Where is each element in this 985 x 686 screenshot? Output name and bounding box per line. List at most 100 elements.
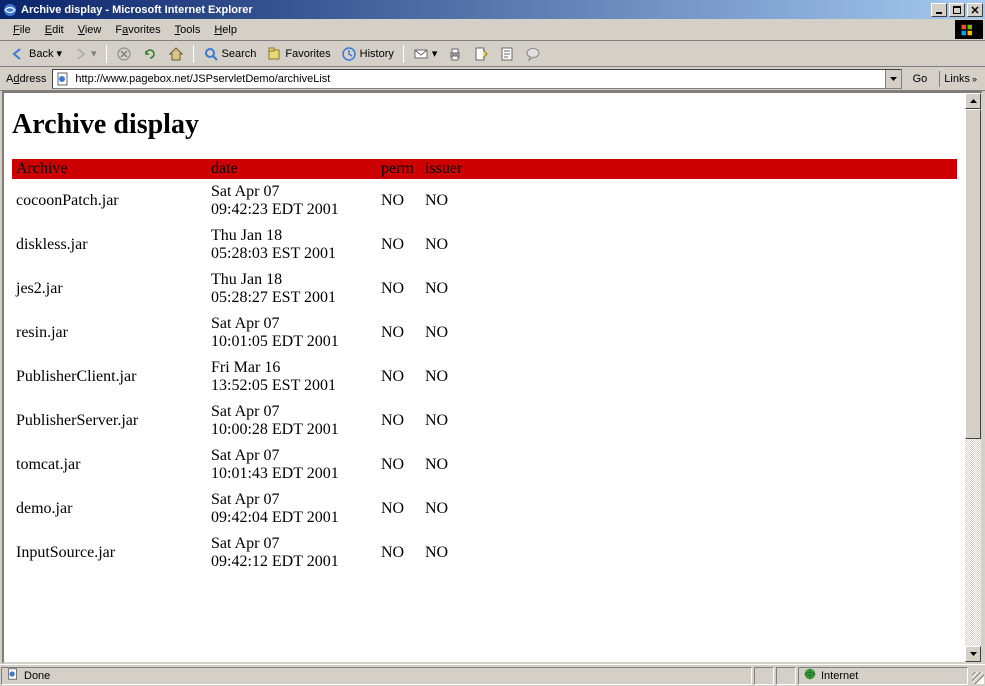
- history-button[interactable]: History: [337, 44, 398, 64]
- table-row: PublisherServer.jarSat Apr 0710:00:28 ED…: [12, 399, 957, 443]
- cell-date: Sat Apr 0709:42:23 EDT 2001: [207, 179, 377, 223]
- cell-perm: NO: [377, 311, 421, 355]
- scroll-thumb[interactable]: [965, 109, 981, 439]
- zone-text: Internet: [821, 670, 858, 682]
- cell-archive: demo.jar: [12, 487, 207, 531]
- menu-help[interactable]: Help: [207, 22, 244, 38]
- links-label: Links: [944, 73, 970, 85]
- cell-issuer: NO: [421, 443, 957, 487]
- messenger-button[interactable]: [521, 44, 545, 64]
- mail-icon: [413, 46, 429, 62]
- search-button[interactable]: Search: [199, 44, 261, 64]
- maximize-button[interactable]: [949, 3, 965, 17]
- table-row: cocoonPatch.jarSat Apr 0709:42:23 EDT 20…: [12, 179, 957, 223]
- address-dropdown[interactable]: [885, 70, 901, 88]
- edit-icon: [473, 46, 489, 62]
- cell-archive: cocoonPatch.jar: [12, 179, 207, 223]
- archive-table: Archive date perm issuer cocoonPatch.jar…: [12, 159, 957, 575]
- table-row: PublisherClient.jarFri Mar 1613:52:05 ES…: [12, 355, 957, 399]
- cell-perm: NO: [377, 399, 421, 443]
- home-button[interactable]: [164, 44, 188, 64]
- table-row: tomcat.jarSat Apr 0710:01:43 EDT 2001NON…: [12, 443, 957, 487]
- mail-button[interactable]: ▾: [409, 44, 442, 64]
- cell-date: Sat Apr 0709:42:12 EDT 2001: [207, 531, 377, 575]
- table-row: resin.jarSat Apr 0710:01:05 EDT 2001NONO: [12, 311, 957, 355]
- back-label: Back: [29, 48, 53, 60]
- menu-bar: File Edit View Favorites Tools Help: [0, 19, 985, 41]
- print-icon: [447, 46, 463, 62]
- favorites-icon: [266, 46, 282, 62]
- address-field-wrap: [52, 69, 901, 89]
- cell-date: Fri Mar 1613:52:05 EST 2001: [207, 355, 377, 399]
- col-archive: Archive: [12, 159, 207, 179]
- address-bar: Address Go Links »: [0, 67, 985, 91]
- cell-archive: PublisherServer.jar: [12, 399, 207, 443]
- minimize-button[interactable]: [931, 3, 947, 17]
- menu-view[interactable]: View: [71, 22, 109, 38]
- status-text: Done: [24, 670, 50, 682]
- page-icon: [55, 71, 71, 87]
- favorites-button[interactable]: Favorites: [262, 44, 334, 64]
- cell-archive: diskless.jar: [12, 223, 207, 267]
- back-button[interactable]: Back ▾: [6, 44, 66, 64]
- menu-favorites[interactable]: Favorites: [108, 22, 167, 38]
- resize-grip[interactable]: [969, 667, 985, 685]
- content-viewport: Archive display Archive date perm issuer…: [4, 93, 965, 662]
- cell-perm: NO: [377, 179, 421, 223]
- status-bar: Done Internet: [0, 664, 985, 686]
- table-row: jes2.jarThu Jan 1805:28:27 EST 2001NONO: [12, 267, 957, 311]
- globe-icon: [803, 667, 817, 684]
- col-issuer: issuer: [421, 159, 957, 179]
- edit-button[interactable]: [469, 44, 493, 64]
- cell-perm: NO: [377, 531, 421, 575]
- go-button[interactable]: Go: [906, 71, 932, 87]
- cell-date: Thu Jan 1805:28:03 EST 2001: [207, 223, 377, 267]
- search-icon: [203, 46, 219, 62]
- status-panel: Done: [1, 667, 752, 685]
- cell-date: Sat Apr 0710:01:05 EDT 2001: [207, 311, 377, 355]
- home-icon: [168, 46, 184, 62]
- menu-tools[interactable]: Tools: [168, 22, 208, 38]
- cell-date: Sat Apr 0709:42:04 EDT 2001: [207, 487, 377, 531]
- menu-edit[interactable]: Edit: [38, 22, 71, 38]
- cell-archive: InputSource.jar: [12, 531, 207, 575]
- cell-issuer: NO: [421, 179, 957, 223]
- cell-issuer: NO: [421, 267, 957, 311]
- forward-icon: [72, 46, 88, 62]
- scroll-up-button[interactable]: [965, 93, 981, 109]
- cell-perm: NO: [377, 443, 421, 487]
- cell-date: Thu Jan 1805:28:27 EST 2001: [207, 267, 377, 311]
- cell-date: Sat Apr 0710:01:43 EDT 2001: [207, 443, 377, 487]
- menu-file[interactable]: File: [6, 22, 38, 38]
- cell-archive: jes2.jar: [12, 267, 207, 311]
- close-button[interactable]: [967, 3, 983, 17]
- chevron-down-icon: ▾: [91, 47, 97, 60]
- cell-date: Sat Apr 0710:00:28 EDT 2001: [207, 399, 377, 443]
- toolbar: Back ▾ ▾ Search Favorites History ▾: [0, 41, 985, 67]
- cell-archive: tomcat.jar: [12, 443, 207, 487]
- discuss-button[interactable]: [495, 44, 519, 64]
- ie-brand-logo: [955, 20, 983, 39]
- cell-perm: NO: [377, 487, 421, 531]
- address-input[interactable]: [73, 71, 884, 87]
- vertical-scrollbar[interactable]: [965, 93, 981, 662]
- zone-panel: Internet: [798, 667, 968, 685]
- stop-button[interactable]: [112, 44, 136, 64]
- cell-issuer: NO: [421, 355, 957, 399]
- window-title: Archive display - Microsoft Internet Exp…: [21, 4, 931, 16]
- print-button[interactable]: [443, 44, 467, 64]
- links-button[interactable]: Links »: [939, 71, 981, 87]
- search-label: Search: [222, 48, 257, 60]
- separator: [106, 45, 107, 63]
- chevron-down-icon: ▾: [56, 47, 62, 60]
- separator: [403, 45, 404, 63]
- scroll-track[interactable]: [965, 109, 981, 646]
- cell-issuer: NO: [421, 531, 957, 575]
- table-row: demo.jarSat Apr 0709:42:04 EDT 2001NONO: [12, 487, 957, 531]
- scroll-down-button[interactable]: [965, 646, 981, 662]
- refresh-button[interactable]: [138, 44, 162, 64]
- page-icon: [6, 667, 20, 684]
- page-body: Archive display Archive date perm issuer…: [4, 93, 965, 585]
- chevron-down-icon: ▾: [432, 47, 438, 60]
- forward-button[interactable]: ▾: [68, 44, 101, 64]
